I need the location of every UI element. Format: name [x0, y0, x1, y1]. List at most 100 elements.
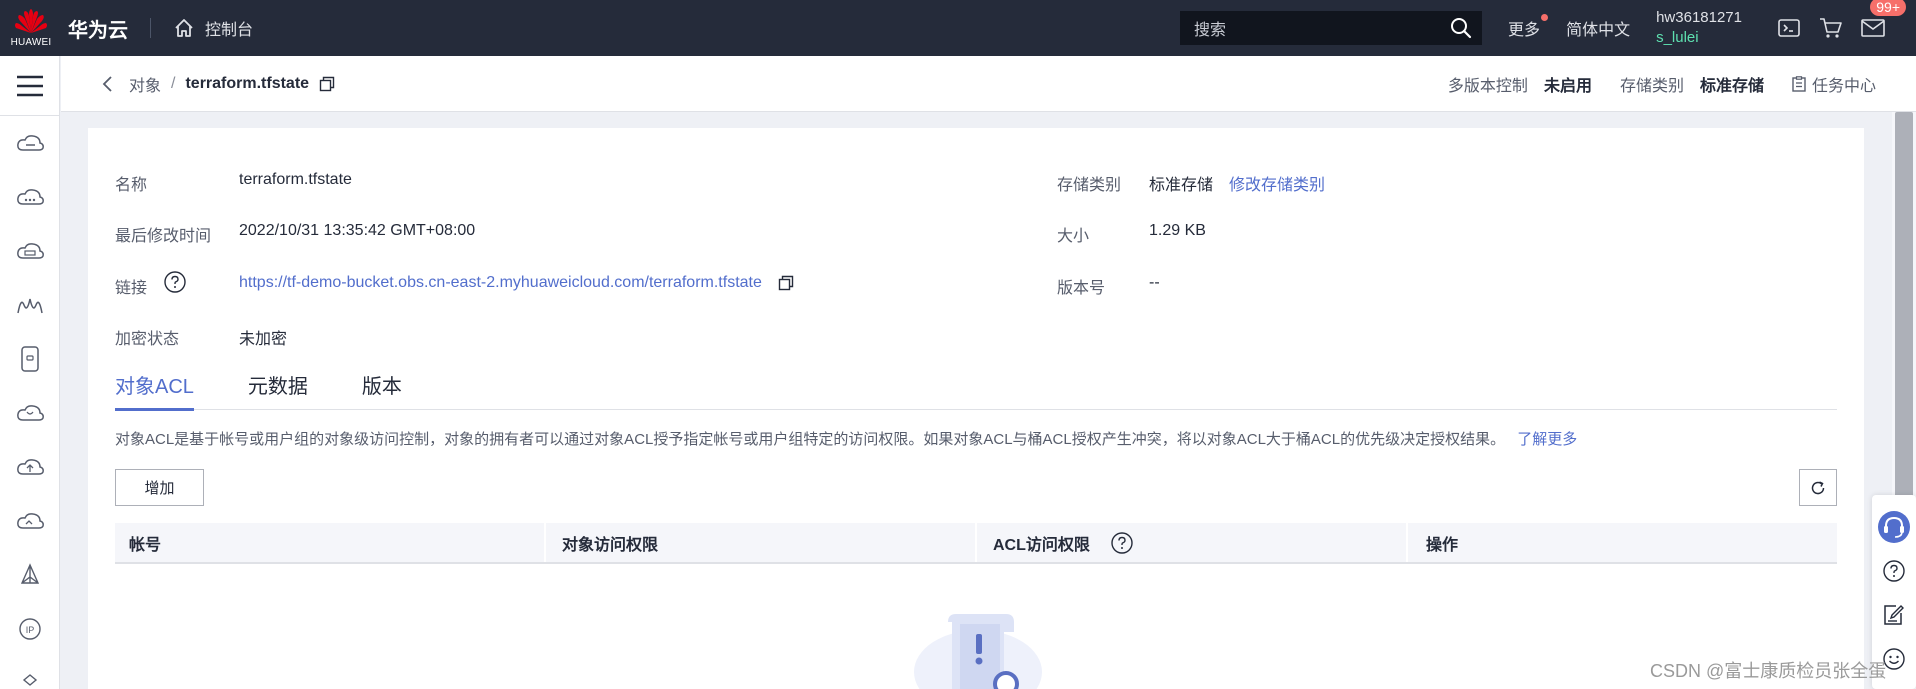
size-value: 1.29 KB	[1149, 222, 1206, 239]
cloud-icon	[17, 189, 44, 205]
search-placeholder: 搜索	[1194, 22, 1227, 39]
refresh-button[interactable]	[1799, 469, 1837, 506]
console-link[interactable]: 控制台	[173, 16, 253, 40]
storage-class-detail-label: 存储类别	[1057, 177, 1122, 194]
modified-time-label: 最后修改时间	[115, 228, 212, 245]
version-id-value: --	[1149, 274, 1160, 291]
copy-icon	[319, 76, 335, 91]
storage-class-detail-value: 标准存储	[1149, 177, 1214, 194]
copy-name-button[interactable]	[319, 76, 335, 92]
nav-service-8[interactable]	[0, 494, 60, 548]
cloud-upload-icon	[17, 459, 44, 475]
nav-service-1[interactable]	[0, 116, 60, 170]
help-circle-icon[interactable]	[1110, 531, 1134, 555]
mail-icon	[1861, 19, 1885, 37]
tab-versions[interactable]: 版本	[362, 364, 402, 410]
search-input[interactable]: 搜索	[1180, 11, 1483, 45]
cloud-storage-icon	[17, 243, 44, 259]
more-services-icon	[22, 674, 38, 686]
nav-service-6[interactable]	[0, 386, 60, 440]
back-button[interactable]	[101, 75, 115, 93]
nav-service-2[interactable]	[0, 170, 60, 224]
help-circle-icon	[1883, 560, 1905, 582]
deploy-icon	[20, 563, 40, 584]
user-account[interactable]: hw36181271 s_lulei	[1656, 8, 1742, 48]
link-help-button[interactable]	[163, 270, 187, 299]
task-center-label: 任务中心	[1811, 77, 1876, 95]
modified-time-value: 2022/10/31 13:35:42 GMT+08:00	[239, 222, 476, 239]
help-circle-icon	[164, 271, 186, 293]
copy-link-button[interactable]	[778, 275, 794, 296]
search-icon[interactable]	[1450, 17, 1472, 39]
name-value: terraform.tfstate	[239, 171, 352, 188]
cloud-monitor-icon	[17, 513, 44, 529]
change-storage-class-link[interactable]: 修改存储类别	[1229, 171, 1325, 195]
cart-icon	[1820, 18, 1842, 38]
nav-service-9[interactable]	[0, 548, 60, 602]
language-switch[interactable]: 简体中文	[1566, 16, 1630, 40]
acl-table-header: 帐号 对象访问权限 ACL访问权限 操作	[115, 523, 1837, 564]
column-object-permission: 对象访问权限	[546, 523, 977, 562]
copy-icon	[778, 275, 794, 291]
notification-dot	[1541, 14, 1549, 21]
more-menu[interactable]: 更多	[1508, 14, 1549, 40]
detail-tabs: 对象ACL 元数据 版本	[115, 364, 1837, 411]
task-center-button[interactable]: 任务中心	[1792, 72, 1876, 96]
breadcrumb-objects[interactable]: 对象	[129, 72, 161, 96]
service-list-button[interactable]	[0, 56, 60, 116]
left-service-nav: IP	[0, 56, 60, 689]
object-url-link[interactable]: https://tf-demo-bucket.obs.cn-east-2.myh…	[239, 274, 762, 292]
nav-service-5[interactable]	[0, 332, 60, 386]
sub-header: 对象 / terraform.tfstate 多版本控制 未启用 存储类别 标准…	[61, 56, 1916, 112]
chevron-left-icon	[102, 75, 112, 92]
edit-note-icon	[1884, 605, 1904, 625]
help-button[interactable]	[1872, 549, 1916, 593]
more-label: 更多	[1508, 22, 1541, 39]
link-label: 链接	[115, 280, 148, 297]
console-label: 控制台	[205, 22, 254, 39]
customer-service-button[interactable]	[1872, 505, 1916, 549]
feedback-button[interactable]	[1872, 593, 1916, 637]
huawei-logo[interactable]: HUAWEI	[0, 0, 62, 56]
nav-service-11[interactable]	[0, 656, 60, 689]
column-acl-permission-label: ACL访问权限	[993, 536, 1090, 554]
cloud-database-icon	[17, 405, 44, 421]
top-bar: HUAWEI 华为云 控制台 搜索 更多 简体中文 hw36181271 s_l…	[0, 0, 1916, 56]
brand-name[interactable]: 华为云	[68, 14, 128, 43]
add-acl-button[interactable]: 增加	[115, 469, 204, 506]
ip-address-icon: IP	[19, 618, 41, 640]
learn-more-link[interactable]: 了解更多	[1517, 431, 1577, 448]
headset-icon	[1878, 511, 1910, 543]
nav-service-10[interactable]: IP	[0, 602, 60, 656]
versioning-label: 多版本控制	[1447, 77, 1528, 95]
mobile-device-icon	[21, 346, 39, 372]
empty-state-illustration	[908, 602, 1048, 689]
message-badge: 99+	[1870, 0, 1906, 16]
storage-class-label: 存储类别	[1619, 77, 1684, 95]
hamburger-menu-icon	[17, 75, 43, 96]
cart-button[interactable]	[1810, 0, 1852, 56]
task-list-icon	[1792, 75, 1806, 92]
versioning-value: 未启用	[1543, 77, 1592, 95]
object-detail-card: 名称 terraform.tfstate 最后修改时间 2022/10/31 1…	[88, 128, 1864, 689]
storage-class-value: 标准存储	[1699, 77, 1764, 95]
encryption-label: 加密状态	[115, 331, 180, 348]
refresh-icon	[1811, 480, 1825, 494]
cloud-shell-button[interactable]	[1768, 0, 1810, 56]
size-label: 大小	[1057, 228, 1090, 245]
column-account: 帐号	[115, 523, 546, 562]
nav-service-7[interactable]	[0, 440, 60, 494]
network-icon	[17, 298, 43, 314]
column-operation: 操作	[1426, 536, 1459, 554]
huawei-flower-icon	[15, 8, 47, 33]
tab-object-acl[interactable]: 对象ACL	[115, 364, 194, 411]
no-data-icon	[914, 614, 1042, 689]
nav-service-4[interactable]	[0, 278, 60, 332]
tab-metadata[interactable]: 元数据	[248, 364, 308, 410]
message-button[interactable]: 99+	[1852, 0, 1906, 56]
breadcrumb-current: terraform.tfstate	[185, 74, 310, 92]
encryption-value: 未加密	[239, 331, 288, 348]
nav-service-3[interactable]	[0, 224, 60, 278]
acl-description-text: 对象ACL是基于帐号或用户组的对象级访问控制，对象的拥有者可以通过对象ACL授予…	[115, 431, 1506, 448]
watermark-text: CSDN @富士康质检员张全蛋	[1650, 661, 1887, 681]
